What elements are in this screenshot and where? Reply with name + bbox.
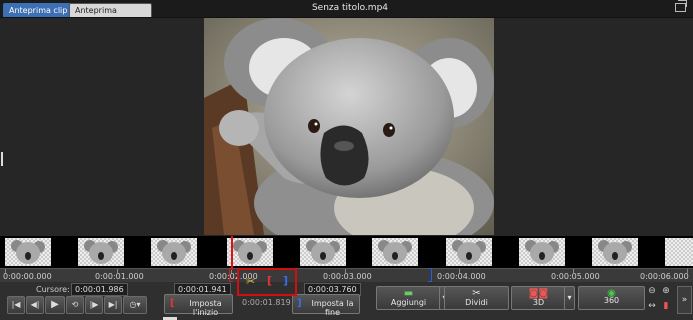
cursor-timecode-field[interactable]: 0:00:01.986	[71, 283, 128, 296]
ruler-label: 0:00:00.000	[3, 272, 52, 281]
play-button[interactable]: ▶	[45, 296, 65, 314]
playback-speed-button[interactable]: ◷▾	[123, 296, 147, 314]
filmstrip-thumbnail	[372, 238, 418, 266]
filmstrip-thumbnail	[592, 238, 638, 266]
video-frame	[204, 18, 494, 235]
chevron-down-icon: ▾	[567, 293, 572, 302]
split-button[interactable]: ✂ Dividi	[444, 286, 509, 310]
zoom-in-icon[interactable]: ⊕	[660, 286, 672, 297]
out-bracket-icon[interactable]: ]	[283, 274, 288, 287]
double-chevron-right-icon: »	[681, 295, 688, 305]
restore-window-icon[interactable]	[675, 0, 687, 12]
add-label: Aggiungi	[390, 298, 427, 307]
fit-width-icon[interactable]: ↔	[646, 301, 658, 312]
set-in-label: Imposta l'inizio	[189, 299, 222, 317]
set-out-label: Imposta la fine	[311, 299, 354, 317]
set-in-point-button[interactable]: [ Imposta l'inizio	[164, 294, 233, 317]
in-point-marker[interactable]	[229, 268, 233, 282]
filmstrip-thumbnail	[151, 238, 197, 266]
ruler-label: 0:00:04.000	[437, 272, 486, 281]
out-bracket-icon: ]	[297, 298, 302, 309]
3d-dropdown-button[interactable]: ▾	[564, 286, 575, 310]
panel-splitter-handle[interactable]	[1, 152, 3, 166]
skip-start-icon: |◀	[11, 300, 21, 309]
timeline-ruler[interactable]: 0:00:00.000 0:00:01.000 0:00:02.000 0:00…	[0, 268, 693, 283]
cursor-label: Cursore:	[36, 285, 70, 294]
ruler-label: 0:00:06.000	[640, 272, 689, 281]
add-button[interactable]: ▬ Aggiungi	[376, 286, 441, 310]
zoom-out-icon[interactable]: ⊖	[646, 286, 658, 297]
scissors-icon[interactable]: ✂	[246, 275, 255, 288]
360-button[interactable]: ◉ 360	[578, 286, 645, 310]
filmstrip-thumbnail	[5, 238, 51, 266]
next-frame-button[interactable]: |▶	[85, 296, 103, 314]
go-to-start-button[interactable]: |◀	[7, 296, 25, 314]
filmstrip-thumbnail	[78, 238, 124, 266]
duration-timecode-field: 0:00:01.819	[242, 298, 291, 307]
3d-button[interactable]: ◙◙ 3D	[511, 286, 566, 310]
filmstrip-thumbnail	[446, 238, 492, 266]
clock-icon: ◷▾	[129, 300, 141, 309]
preview-header: Anteprima clip Anteprima sequenza Senza …	[0, 0, 693, 28]
filmstrip-thumbnail	[227, 238, 273, 266]
ruler-label: 0:00:01.000	[95, 272, 144, 281]
expand-panel-button[interactable]: »	[677, 286, 692, 314]
ruler-label: 0:00:05.000	[551, 272, 600, 281]
step-back-icon: ◀|	[30, 300, 40, 309]
tab-sequence-preview[interactable]: Anteprima sequenza	[69, 3, 152, 28]
in-bracket-icon: [	[170, 298, 175, 309]
koala-image	[204, 18, 494, 235]
skip-end-icon: ▶|	[108, 300, 118, 309]
window-title: Senza titolo.mp4	[311, 3, 389, 13]
tab-clip-preview[interactable]: Anteprima clip	[3, 3, 75, 17]
filmstrip-thumbnail	[519, 238, 565, 266]
set-out-point-button[interactable]: ] Imposta la fine	[292, 294, 360, 317]
filmstrip[interactable]	[0, 236, 693, 268]
go-to-end-button[interactable]: ▶|	[104, 296, 122, 314]
360-label: 360	[603, 296, 620, 305]
filmstrip-thumbnail	[300, 238, 346, 266]
play-icon: ▶	[51, 299, 59, 310]
playhead[interactable]	[231, 236, 233, 270]
3d-label: 3D	[532, 298, 545, 307]
previous-frame-button[interactable]: ◀|	[26, 296, 44, 314]
loop-icon: ⟲	[71, 300, 79, 309]
step-forward-icon: |▶	[89, 300, 99, 309]
marker-icon[interactable]: ▮	[660, 301, 672, 312]
ruler-label: 0:00:03.000	[323, 272, 372, 281]
split-label: Dividi	[465, 298, 488, 307]
out-point-marker[interactable]	[428, 268, 432, 282]
filmstrip-thumbnail	[665, 238, 693, 266]
in-bracket-icon[interactable]: [	[267, 274, 272, 287]
loop-button[interactable]: ⟲	[66, 296, 84, 314]
